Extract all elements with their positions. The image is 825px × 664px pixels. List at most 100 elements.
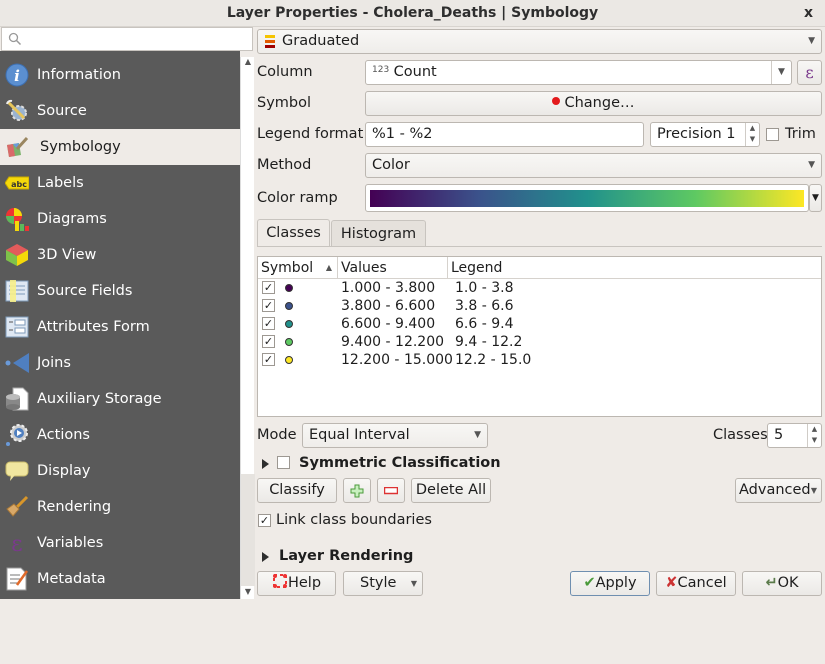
sidebar-item-rendering[interactable]: Rendering [0,489,240,525]
tab-histogram[interactable]: Histogram [331,220,426,246]
class-legend[interactable]: 9.4 - 12.2 [455,333,522,351]
symmetric-classification-checkbox[interactable] [277,456,290,469]
chevron-down-icon: ▼ [771,61,791,84]
column-value: Count [393,64,437,80]
scroll-up-arrow-icon[interactable]: ▲ [243,57,253,67]
classes-table[interactable]: Symbol ▲ Values Legend ✓ 1.000 - 3.800 1.0… [257,256,822,417]
sidebar: i Information Source Symbology abc Label… [0,51,240,599]
class-values[interactable]: 3.800 - 6.600 [341,297,435,315]
sidebar-item-diagrams[interactable]: Diagrams [0,201,240,237]
classes-count-spinbox[interactable]: 5 ▲ ▼ [767,423,822,448]
header-symbol[interactable]: Symbol ▲ [258,257,338,279]
advanced-button[interactable]: Advanced ▼ [735,478,822,503]
layer-rendering-section[interactable]: Layer Rendering [279,548,413,564]
expression-button[interactable]: ε [797,60,822,85]
delete-all-button[interactable]: Delete All [411,478,491,503]
classify-button[interactable]: Classify [257,478,337,503]
style-button[interactable]: Style ▼ [343,571,423,596]
sidebar-item-display[interactable]: Display [0,453,240,489]
actions-gear-icon [6,424,28,446]
class-symbol-dot-icon[interactable] [285,302,293,310]
table-row[interactable]: ✓ 12.200 - 15.000 12.2 - 15.0 [258,351,821,369]
class-symbol-dot-icon[interactable] [285,320,293,328]
scrollbar-track[interactable] [241,474,255,586]
ok-button[interactable]: ↵OK [742,571,822,596]
sidebar-item-variables[interactable]: ε Variables [0,525,240,561]
class-values[interactable]: 12.200 - 15.000 [341,351,453,369]
chevron-down-icon: ▼ [808,160,815,170]
sidebar-item-source-fields[interactable]: Source Fields [0,273,240,309]
renderer-type-value: Graduated [282,33,360,49]
expand-arrow-icon[interactable] [262,552,269,562]
metadata-document-icon [6,567,29,591]
tab-classes[interactable]: Classes [257,219,330,246]
class-legend[interactable]: 12.2 - 15.0 [455,351,531,369]
chevron-down-icon: ▼ [810,486,817,495]
expand-arrow-icon[interactable] [262,459,269,469]
sidebar-item-information[interactable]: i Information [0,57,240,93]
help-button[interactable]: Help [257,571,336,596]
class-legend[interactable]: 6.6 - 9.4 [455,315,513,333]
renderer-type-select[interactable]: Graduated ▼ [257,29,822,54]
class-symbol-dot-icon[interactable] [285,356,293,364]
integer-type-badge: 123 [372,65,390,75]
mode-value: Equal Interval [309,427,410,443]
table-row[interactable]: ✓ 1.000 - 3.800 1.0 - 3.8 [258,279,821,297]
class-visible-checkbox[interactable]: ✓ [262,353,275,366]
sidebar-search-input[interactable] [1,27,253,51]
spin-arrows-icon[interactable]: ▲ ▼ [807,424,821,447]
sidebar-item-labels[interactable]: abc Labels [0,165,240,201]
cancel-button[interactable]: ✘Cancel [656,571,736,596]
class-values[interactable]: 6.600 - 9.400 [341,315,435,333]
class-legend[interactable]: 3.8 - 6.6 [455,297,513,315]
color-ramp-preview [370,190,804,207]
link-class-boundaries-checkbox[interactable]: ✓ [258,514,271,527]
table-row[interactable]: ✓ 9.400 - 12.200 9.4 - 12.2 [258,333,821,351]
class-visible-checkbox[interactable]: ✓ [262,317,275,330]
table-row[interactable]: ✓ 6.600 - 9.400 6.6 - 9.4 [258,315,821,333]
sidebar-item-symbology[interactable]: Symbology [0,129,240,165]
sidebar-item-metadata[interactable]: Metadata [0,561,240,597]
mode-select[interactable]: Equal Interval ▼ [302,423,488,448]
method-select[interactable]: Color ▼ [365,153,822,178]
trim-checkbox[interactable] [766,128,779,141]
scroll-down-arrow-icon[interactable]: ▼ [243,587,253,597]
search-icon [8,32,22,46]
header-legend[interactable]: Legend [448,257,548,279]
add-class-button[interactable] [343,478,371,503]
classes-count-value: 5 [774,427,784,443]
table-row[interactable]: ✓ 3.800 - 6.600 3.8 - 6.6 [258,297,821,315]
sidebar-item-joins[interactable]: Joins [0,345,240,381]
sidebar-item-attributes-form[interactable]: Attributes Form [0,309,240,345]
color-ramp-button[interactable] [365,184,809,212]
class-values[interactable]: 9.400 - 12.200 [341,333,444,351]
class-symbol-dot-icon[interactable] [285,338,293,346]
mode-label: Mode [257,427,297,443]
close-icon[interactable]: x [804,0,813,27]
ok-arrow-icon: ↵ [765,575,778,591]
sidebar-item-3d-view[interactable]: 3D View [0,237,240,273]
class-values[interactable]: 1.000 - 3.800 [341,279,435,297]
apply-button[interactable]: ✔Apply [570,571,650,596]
source-fields-icon [5,280,29,302]
remove-class-button[interactable] [377,478,405,503]
legend-format-input[interactable]: %1 - %2 [365,122,644,147]
rendering-brush-icon [6,495,29,517]
color-ramp-dropdown[interactable]: ▼ [809,184,822,212]
sidebar-item-auxiliary-storage[interactable]: Auxiliary Storage [0,381,240,417]
sidebar-item-source[interactable]: Source [0,93,240,129]
change-symbol-button[interactable]: Change… [365,91,822,116]
precision-spinbox[interactable]: Precision 1 ▲ ▼ [650,122,760,147]
method-value: Color [372,157,410,173]
column-select[interactable]: 123 Count ▼ [365,60,792,85]
header-values[interactable]: Values [338,257,448,279]
main-scrollbar[interactable]: ▲ ▼ [240,57,255,599]
class-visible-checkbox[interactable]: ✓ [262,335,275,348]
chevron-down-icon: ▼ [808,36,815,46]
class-symbol-dot-icon[interactable] [285,284,293,292]
spin-arrows-icon[interactable]: ▲ ▼ [745,123,759,146]
sidebar-item-actions[interactable]: Actions [0,417,240,453]
class-legend[interactable]: 1.0 - 3.8 [455,279,513,297]
class-visible-checkbox[interactable]: ✓ [262,299,275,312]
class-visible-checkbox[interactable]: ✓ [262,281,275,294]
